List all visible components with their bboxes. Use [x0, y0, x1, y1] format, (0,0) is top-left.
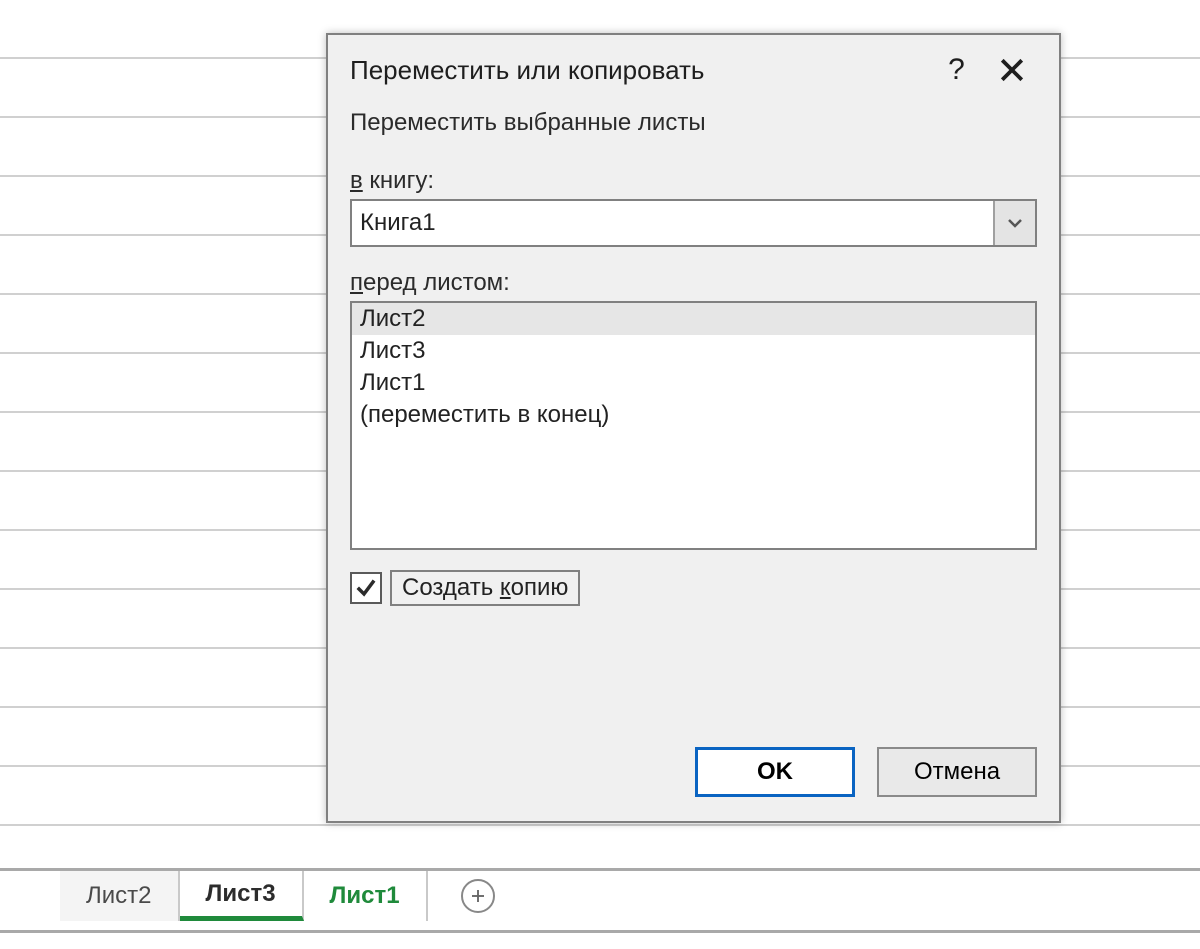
dialog-button-row: OK Отмена — [350, 747, 1037, 821]
to-book-label-rest: книгу: — [363, 167, 434, 194]
list-item[interactable]: Лист1 — [352, 367, 1035, 399]
status-bar-fragment — [0, 930, 1200, 949]
create-copy-label-ul: к — [500, 574, 511, 601]
list-item-label: Лист1 — [360, 369, 426, 396]
to-book-label-ul: в — [350, 167, 363, 194]
ok-button-label: OK — [757, 758, 793, 786]
check-icon — [356, 578, 376, 598]
before-sheet-label-rest: еред листом: — [363, 269, 510, 296]
add-sheet-button[interactable] — [448, 871, 508, 921]
list-item[interactable]: Лист2 — [352, 303, 1035, 335]
to-book-value: Книга1 — [352, 201, 993, 245]
sheet-tab-1[interactable]: Лист3 — [180, 871, 304, 921]
sheet-tab-label: Лист1 — [330, 882, 400, 910]
dialog-instruction: Переместить выбранные листы — [350, 109, 1037, 137]
sheet-tab-2[interactable]: Лист1 — [304, 871, 428, 921]
to-book-label: в книгу: — [350, 167, 1037, 195]
create-copy-row: Создать копию — [350, 570, 1037, 606]
sheet-tab-0[interactable]: Лист2 — [60, 871, 180, 921]
help-button[interactable]: ? — [929, 43, 984, 98]
create-copy-label[interactable]: Создать копию — [390, 570, 580, 606]
chevron-down-icon — [1007, 218, 1023, 228]
before-sheet-listbox[interactable]: Лист2 Лист3 Лист1 (переместить в конец) — [350, 301, 1037, 550]
dialog-title: Переместить или копировать — [350, 55, 929, 86]
help-icon: ? — [948, 53, 965, 87]
create-copy-label-post: опию — [511, 574, 569, 601]
list-item[interactable]: Лист3 — [352, 335, 1035, 367]
cancel-button[interactable]: Отмена — [877, 747, 1037, 797]
sheet-tab-bar: Лист2 Лист3 Лист1 — [0, 868, 1200, 928]
dialog-body: Переместить выбранные листы в книгу: Кни… — [328, 105, 1059, 821]
cancel-button-label: Отмена — [914, 758, 1000, 786]
list-item-label: Лист2 — [360, 305, 426, 332]
create-copy-label-pre: Создать — [402, 574, 500, 601]
plus-icon — [461, 879, 495, 913]
sheet-tab-label: Лист2 — [86, 882, 152, 910]
before-sheet-label-ul: п — [350, 269, 363, 296]
ok-button[interactable]: OK — [695, 747, 855, 797]
sheet-tab-label: Лист3 — [206, 880, 276, 908]
to-book-combobox[interactable]: Книга1 — [350, 199, 1037, 247]
create-copy-checkbox[interactable] — [350, 572, 382, 604]
list-item-label: (переместить в конец) — [360, 401, 609, 428]
list-item[interactable]: (переместить в конец) — [352, 399, 1035, 431]
move-or-copy-dialog: Переместить или копировать ? Переместить… — [326, 33, 1061, 823]
close-button[interactable] — [984, 43, 1039, 98]
dialog-titlebar[interactable]: Переместить или копировать ? — [328, 35, 1059, 105]
list-item-label: Лист3 — [360, 337, 426, 364]
close-icon — [999, 57, 1025, 83]
before-sheet-label: перед листом: — [350, 269, 1037, 297]
to-book-dropdown-button[interactable] — [993, 201, 1035, 245]
